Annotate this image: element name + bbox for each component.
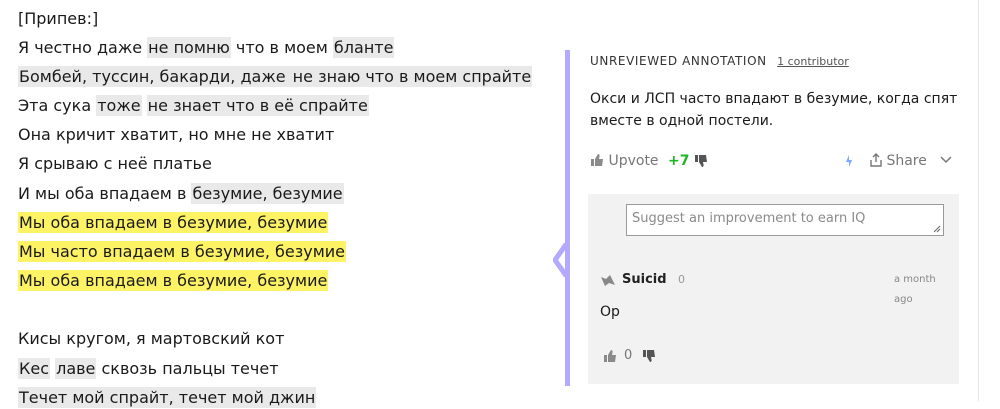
page-edge-divider [978,0,979,401]
resize-handle-icon[interactable] [933,225,941,233]
lyric-text: Я честно даже [18,38,148,57]
comment-timestamp: a month ago [894,274,936,305]
comment-downvote-icon[interactable] [642,349,656,363]
contributors-link[interactable]: 1 contributor [777,55,849,68]
downvote-icon[interactable] [694,154,708,168]
annotated-fragment[interactable]: не знает что в её спрайте [146,95,369,116]
lyric-text: Эта сука [18,96,97,115]
iq-bolt-icon[interactable] [844,154,854,168]
suggest-improvement-input[interactable]: Suggest an improvement to earn IQ [626,204,944,236]
share-icon [870,153,882,167]
lyric-text: И мы оба впадаем в [18,184,192,203]
lyric-line: Я срываю с неё платье [18,153,212,175]
user-avatar-icon [601,275,615,286]
lyric-line: Мы оба впадаем в безумие, безумие [18,212,329,234]
share-button[interactable]: Share [870,150,927,172]
lyric-line: Кисы кругом, я мартовский кот [18,328,284,350]
comment-author[interactable]: Suicid [622,270,667,290]
lyric-line: Течет мой спрайт, течет мой джин [18,387,317,409]
lyric-line: Бомбей, туссин, бакарди, даже не знаю чт… [18,66,533,88]
annotated-fragment[interactable]: лаве [55,358,97,379]
annotated-fragment[interactable]: Мы часто впадаем в безумие, безумие [18,241,347,262]
annotation-text: Окси и ЛСП часто впадают в безумие, когд… [590,91,958,129]
annotated-fragment[interactable]: Мы оба впадаем в безумие, безумие [18,270,329,291]
annotation-actions: Upvote +7 Share [590,150,960,172]
annotation-status-label: UNREVIEWED ANNOTATION [590,54,767,68]
lyric-line: Мы оба впадаем в безумие, безумие [18,270,329,292]
annotated-fragment[interactable]: Мы оба впадаем в безумие, безумие [18,212,329,233]
lyric-text: Я срываю с неё платье [18,154,212,173]
lyric-text: Кисы кругом, я мартовский кот [18,329,285,348]
share-label: Share [886,153,927,169]
annotation-accent-bar [565,50,570,386]
annotated-fragment[interactable]: Течет мой спрайт, течет мой джин [18,387,317,408]
annotated-fragment[interactable]: не знаю что в моем спрайте [291,66,533,87]
lyric-line: Кес лаве сквозь пальцы течет [18,358,279,380]
suggestion-panel: Suggest an improvement to earn IQ Suicid… [588,194,959,384]
thumbs-up-icon [591,154,603,166]
upvote-label: Upvote [608,153,659,169]
vote-count: +7 [668,153,690,169]
comment-header: Suicid 0 a month ago [600,270,950,305]
comment-vote-count: 0 [624,348,633,363]
annotated-fragment[interactable]: не помню [147,37,231,58]
comment-author-iq: 0 [678,273,685,286]
upvote-button[interactable]: Upvote [590,150,659,172]
annotated-fragment[interactable]: бланте [332,37,395,58]
lyric-line: Я честно даже не помню что в моем бланте [18,37,395,59]
lyric-text: что в моем [230,38,333,57]
chevron-down-icon[interactable] [940,156,952,164]
annotated-fragment[interactable]: Кес [18,358,50,379]
comment-upvote-icon[interactable] [603,349,617,363]
chorus-label: [Припев:] [18,9,99,28]
annotated-fragment[interactable]: Бомбей, туссин, бакарди, даже [18,66,292,87]
annotated-fragment[interactable]: безумие, безумие [191,183,344,204]
lyric-text [142,96,147,115]
lyric-line: И мы оба впадаем в безумие, безумие [18,183,344,205]
lyric-line: Она кричит хватит, но мне не хватит [18,124,334,146]
suggest-placeholder: Suggest an improvement to earn IQ [632,211,866,226]
lyric-line: Эта сука тоже не знает что в её спрайте [18,95,369,117]
lyric-text: сквозь пальцы течет [96,359,279,378]
comment-text: Ор [600,304,620,320]
annotated-fragment[interactable]: тоже [96,95,142,116]
annotation-header: UNREVIEWED ANNOTATION 1 contributor [590,54,849,68]
lyric-text: Она кричит хватит, но мне не хватит [18,125,335,144]
lyric-line: Мы часто впадаем в безумие, безумие [18,241,347,263]
annotation-pointer-notch [553,243,570,277]
